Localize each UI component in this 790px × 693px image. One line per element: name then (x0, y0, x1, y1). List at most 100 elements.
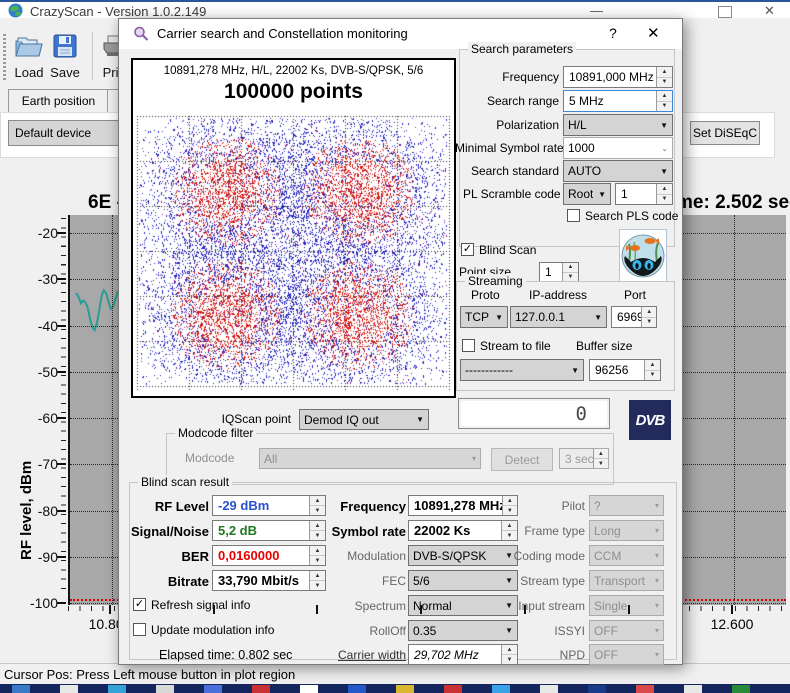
grid-vline (734, 215, 736, 605)
refresh-signal-info-checkbox[interactable]: ✓ (133, 598, 146, 611)
stream-type-combo: Transport ▾ (589, 570, 664, 591)
iqscan-value: Demod IQ out (304, 412, 379, 427)
taskbar-icon-fragment[interactable] (636, 685, 654, 693)
y-tick-mark (57, 602, 66, 604)
npd-label: NPD (559, 648, 585, 662)
stream-type-label: Stream type (520, 574, 585, 588)
y-tick-label: -70 (37, 456, 58, 473)
search-pls-checkbox[interactable] (567, 209, 580, 222)
min-symbol-rate-label: Minimal Symbol rate (455, 141, 564, 155)
device-selector-value: Default device (15, 126, 92, 140)
frame-type-label: Frame type (524, 524, 585, 538)
blind-scan-checkbox[interactable]: ✓ (461, 243, 474, 256)
device-selector[interactable]: Default device (8, 120, 126, 146)
dialog-close-button[interactable]: ✕ (647, 24, 660, 42)
aquarium-icon-button[interactable] (619, 229, 667, 282)
taskbar-icon-fragment[interactable] (684, 685, 702, 693)
taskbar-icon-fragment[interactable] (492, 685, 510, 693)
detect-interval-value: 3 sec (565, 451, 593, 466)
polarization-combo[interactable]: H/L ▼ (563, 114, 673, 136)
frequency-value: 10891,000 MHz (569, 70, 654, 84)
chevron-down-icon: ▾ (654, 526, 659, 535)
proto-combo[interactable]: TCP ▼ (460, 306, 508, 328)
search-standard-combo[interactable]: AUTO ▼ (563, 160, 673, 182)
elapsed-time-text: Elapsed time: 0.802 sec (159, 648, 293, 662)
y-tick-label: -30 (37, 271, 58, 288)
taskbar-icon-fragment[interactable] (156, 685, 174, 693)
proto-value: TCP (465, 310, 489, 324)
pl-value-spinner[interactable]: ▲ ▼ (656, 184, 672, 204)
frequency-spinner[interactable]: ▲ ▼ (656, 67, 672, 87)
port-field[interactable]: 6969 ▲ ▼ (611, 306, 657, 328)
input-stream-value: Single (594, 598, 628, 613)
polarization-label: Polarization (496, 118, 559, 132)
buffer-size-value: 96256 (595, 363, 629, 377)
y-tick-mark (57, 417, 66, 419)
taskbar-icon-fragment[interactable] (540, 685, 558, 693)
load-button[interactable]: Load (10, 32, 48, 80)
x-tick-mark (212, 605, 215, 614)
frequency-field[interactable]: 10891,000 MHz ▲ ▼ (563, 66, 673, 88)
taskbar-icon-fragment[interactable] (444, 685, 462, 693)
x-tick-mark (420, 605, 423, 614)
taskbar-icon-fragment[interactable] (732, 685, 750, 693)
main-titlebar: CrazyScan - Version 1.0.2.149 — ✕ (0, 2, 790, 19)
stream-file-combo[interactable]: ------------ ▼ (460, 359, 584, 381)
minimize-button[interactable]: — (590, 3, 603, 18)
taskbar-icon-fragment[interactable] (396, 685, 414, 693)
point-size-field[interactable]: 1 ▲ ▼ (539, 262, 579, 282)
set-diseqc-button[interactable]: Set DiSEqC (690, 121, 760, 145)
stream-to-file-label: Stream to file (480, 339, 551, 353)
taskbar-icon-fragment[interactable] (348, 685, 366, 693)
ber-field[interactable]: 0,0160000 ▲ ▼ (212, 545, 326, 566)
signal-noise-field[interactable]: 5,2 dB ▲ ▼ (212, 520, 326, 541)
y-tick-label: -20 (37, 225, 58, 241)
taskbar-icon-fragment[interactable] (204, 685, 222, 693)
bitrate-field[interactable]: 33,790 Mbit/s ▲ ▼ (212, 570, 326, 591)
iqscan-combo[interactable]: Demod IQ out ▼ (299, 409, 429, 430)
pl-root-combo[interactable]: Root ▼ (563, 183, 611, 205)
stream-file-value: ------------ (465, 363, 513, 377)
carrier-width-label: Carrier width (337, 648, 406, 662)
search-range-spinner[interactable]: ▲ ▼ (656, 91, 672, 111)
windows-taskbar[interactable] (0, 684, 790, 693)
search-range-field[interactable]: 5 MHz ▲ ▼ (563, 90, 673, 112)
detect-label: Detect (504, 452, 540, 467)
port-spinner[interactable]: ▲ ▼ (641, 307, 656, 327)
taskbar-icon-fragment[interactable] (300, 685, 318, 693)
modcode-combo: All ▾ (259, 448, 481, 469)
update-modulation-info-checkbox[interactable] (133, 623, 146, 636)
taskbar-icon-fragment[interactable] (588, 685, 606, 693)
maximize-button[interactable] (718, 6, 732, 18)
pl-value: 1 (621, 187, 628, 201)
spectrum-label: Spectrum (354, 599, 406, 613)
taskbar-icon-fragment[interactable] (12, 685, 30, 693)
buffer-size-field[interactable]: 96256 ▲ ▼ (589, 359, 661, 381)
rf-level-field[interactable]: -29 dBm ▲ ▼ (212, 495, 326, 516)
taskbar-icon-fragment[interactable] (60, 685, 78, 693)
stream-type-value: Transport (594, 573, 645, 588)
chevron-down-icon: ▾ (654, 576, 659, 585)
min-symbol-rate-combo[interactable]: 1000 ⌄ (563, 137, 673, 159)
taskbar-icon-fragment[interactable] (108, 685, 126, 693)
floppy-disk-icon (53, 34, 77, 58)
x-tick-mark (316, 605, 319, 614)
spectrum-value: Normal (413, 598, 452, 613)
pl-value-field[interactable]: 1 ▲ ▼ (615, 183, 673, 205)
save-button[interactable]: Save (46, 32, 84, 80)
close-button[interactable]: ✕ (764, 3, 775, 19)
ip-address-combo[interactable]: 127.0.0.1 ▼ (510, 306, 607, 328)
y-axis-minor-ticks (61, 218, 66, 590)
modcode-filter-legend: Modcode filter (175, 426, 257, 440)
taskbar-icon-fragment[interactable] (252, 685, 270, 693)
y-tick-mark (57, 463, 66, 466)
search-pls-label: Search PLS code (585, 209, 679, 223)
chevron-down-icon: ▼ (594, 312, 602, 322)
dialog-help-button[interactable]: ? (609, 25, 617, 41)
buffer-size-spinner[interactable]: ▲ ▼ (644, 360, 660, 380)
stream-to-file-checkbox[interactable] (462, 339, 475, 352)
toolbar-gripper[interactable] (3, 34, 6, 82)
tab-earth-position[interactable]: Earth position (8, 89, 109, 112)
dialog-titlebar[interactable]: Carrier search and Constellation monitor… (119, 19, 682, 49)
point-size-spinner[interactable]: ▲ ▼ (562, 263, 578, 281)
